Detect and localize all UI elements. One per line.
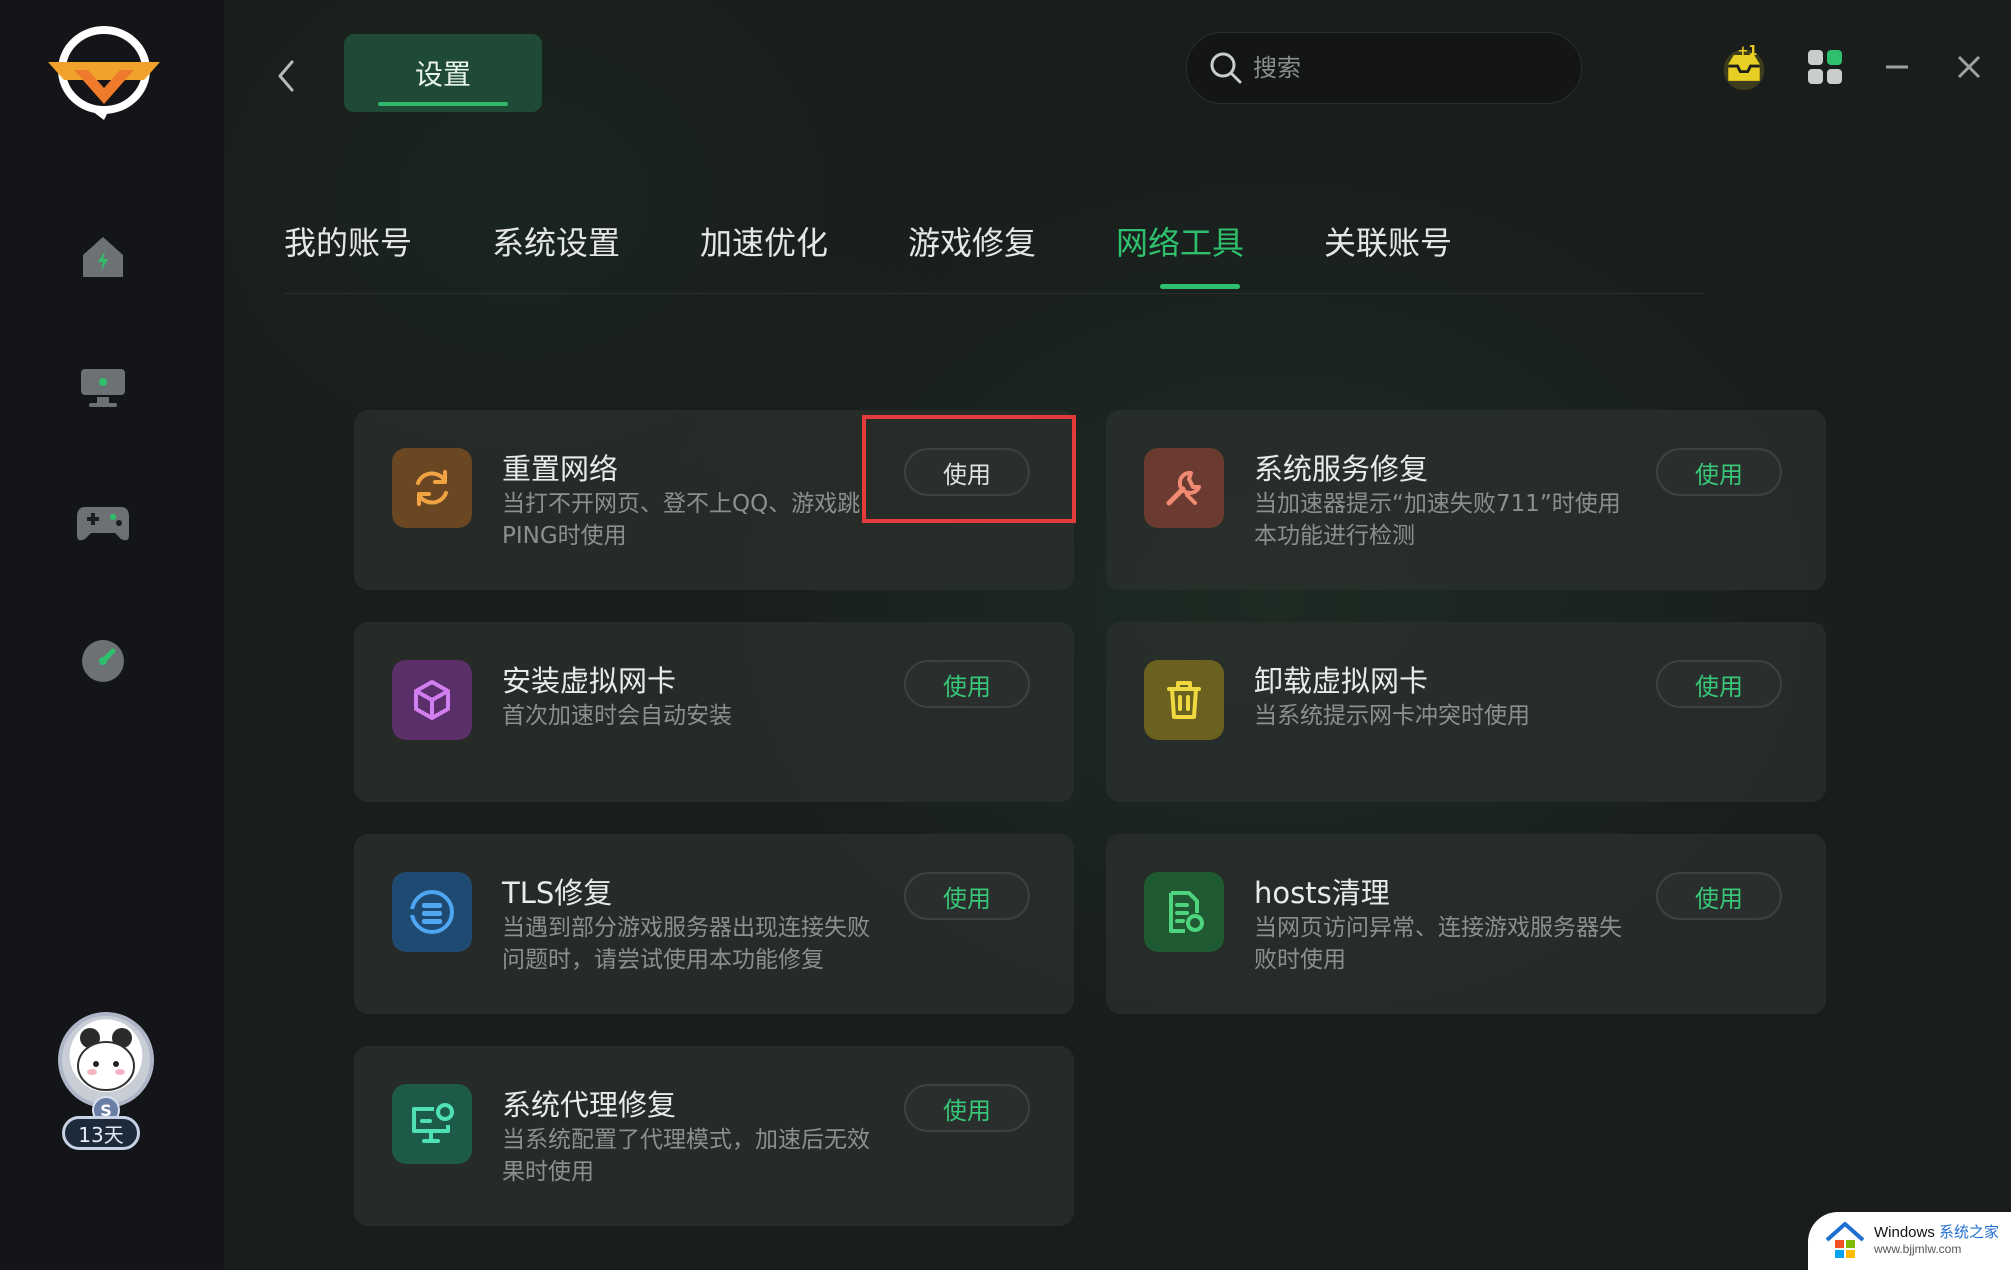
apps-grid-icon[interactable] — [1800, 42, 1850, 92]
app-logo — [44, 22, 164, 122]
tool-description: 当打不开网页、登不上QQ、游戏跳PING时使用 — [502, 491, 861, 549]
minimize-icon[interactable] — [1872, 42, 1922, 92]
tool-title: TLS修复 — [502, 876, 613, 910]
use-button-tls-repair[interactable]: 使用 — [904, 872, 1030, 920]
home-icon[interactable] — [72, 226, 134, 288]
tool-card-uninstall-adapter: 卸载虚拟网卡 当系统提示网卡冲突时使用 使用 — [1106, 622, 1826, 802]
gamepad-icon[interactable] — [72, 492, 134, 554]
tls-icon — [392, 872, 472, 952]
main-panel: 设置 +1 我的账号 系统设置 加速优化 游戏修复 — [224, 0, 2011, 1270]
tool-title: 系统服务修复 — [1254, 452, 1429, 486]
tool-description: 首次加速时会自动安装 — [502, 703, 732, 729]
tab-acceleration[interactable]: 加速优化 — [700, 218, 828, 264]
search-input[interactable] — [1253, 54, 1553, 82]
trash-icon — [1144, 660, 1224, 740]
use-button-proxy-repair[interactable]: 使用 — [904, 1084, 1030, 1132]
refresh-icon — [392, 448, 472, 528]
search-bar[interactable] — [1186, 32, 1582, 104]
monitor-icon[interactable] — [72, 356, 134, 418]
page-title-label: 设置 — [414, 58, 471, 91]
cube-icon — [392, 660, 472, 740]
tool-title: 安装虚拟网卡 — [502, 664, 677, 698]
file-clean-icon — [1144, 872, 1224, 952]
tab-game-repair[interactable]: 游戏修复 — [908, 218, 1036, 264]
title-underline — [378, 102, 508, 106]
inbox-plus-one-icon[interactable]: +1 — [1719, 42, 1769, 92]
wrench-icon — [1144, 448, 1224, 528]
use-button-install-adapter[interactable]: 使用 — [904, 660, 1030, 708]
settings-tabs: 我的账号 系统设置 加速优化 游戏修复 网络工具 关联账号 — [284, 210, 1704, 294]
tool-card-service-repair: 系统服务修复 当加速器提示“加速失败711”时使用本功能进行检测 使用 — [1106, 410, 1826, 590]
active-tab-indicator — [1160, 284, 1240, 289]
tool-title: 系统代理修复 — [502, 1088, 677, 1122]
close-icon[interactable] — [1944, 42, 1994, 92]
tab-system-settings[interactable]: 系统设置 — [492, 218, 620, 264]
tool-title: hosts清理 — [1254, 876, 1390, 910]
use-button-uninstall-adapter[interactable]: 使用 — [1656, 660, 1782, 708]
tool-description: 当网页访问异常、连接游戏服务器失败时使用 — [1254, 915, 1622, 973]
tool-card-hosts-clean: hosts清理 当网页访问异常、连接游戏服务器失败时使用 使用 — [1106, 834, 1826, 1014]
tool-description: 当系统配置了代理模式，加速后无效果时使用 — [502, 1127, 870, 1185]
tool-description: 当遇到部分游戏服务器出现连接失败问题时，请尝试使用本功能修复 — [502, 915, 870, 973]
watermark-windows: Windows — [1874, 1224, 1935, 1241]
back-chevron-icon[interactable] — [270, 56, 300, 96]
svg-text:+1: +1 — [1738, 44, 1758, 59]
site-watermark: Windows 系统之家 www.bjjmlw.com — [1808, 1212, 2011, 1270]
tab-network-tools[interactable]: 网络工具 — [1116, 218, 1244, 264]
tool-card-proxy-repair: 系统代理修复 当系统配置了代理模式，加速后无效果时使用 使用 — [354, 1046, 1074, 1226]
tool-card-tls-repair: TLS修复 当遇到部分游戏服务器出现连接失败问题时，请尝试使用本功能修复 使用 — [354, 834, 1074, 1014]
tool-title: 卸载虚拟网卡 — [1254, 664, 1429, 698]
tool-description: 当系统提示网卡冲突时使用 — [1254, 703, 1530, 729]
watermark-site-name: 系统之家 — [1939, 1224, 2000, 1241]
tab-linked-accounts[interactable]: 关联账号 — [1324, 218, 1452, 264]
tab-my-account[interactable]: 我的账号 — [284, 218, 412, 264]
page-title: 设置 — [344, 34, 542, 112]
speedometer-icon[interactable] — [72, 630, 134, 692]
windows-house-logo-icon — [1825, 1222, 1865, 1258]
highlight-annotation-box — [862, 415, 1076, 523]
monitor-proxy-icon — [392, 1084, 472, 1164]
use-button-service-repair[interactable]: 使用 — [1656, 448, 1782, 496]
tool-title: 重置网络 — [502, 452, 619, 486]
tool-description: 当加速器提示“加速失败711”时使用本功能进行检测 — [1254, 491, 1621, 549]
user-avatar[interactable]: S 13天 — [48, 1008, 164, 1158]
search-icon — [1210, 52, 1242, 84]
tool-card-install-adapter: 安装虚拟网卡 首次加速时会自动安装 使用 — [354, 622, 1074, 802]
watermark-url: www.bjjmlw.com — [1874, 1242, 1962, 1256]
sidebar: S 13天 — [0, 0, 224, 1270]
avatar-image — [58, 1012, 154, 1108]
use-button-hosts-clean[interactable]: 使用 — [1656, 872, 1782, 920]
vip-days-badge: 13天 — [62, 1116, 140, 1150]
